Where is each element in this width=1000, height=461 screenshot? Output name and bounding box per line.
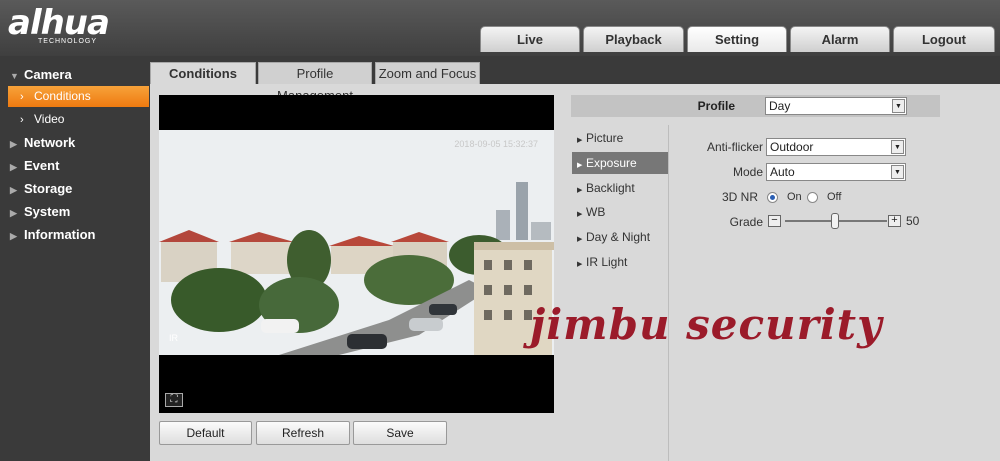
menu-item-exposure[interactable]: ▶ Exposure (572, 152, 668, 174)
mode-select[interactable]: Auto ▼ (766, 163, 906, 181)
dropdown-arrow-icon: ▼ (891, 140, 904, 154)
grade-value: 50 (906, 214, 920, 228)
minus-icon[interactable]: − (768, 215, 781, 227)
save-button[interactable]: Save (353, 421, 447, 445)
nav-tab-alarm[interactable]: Alarm (790, 26, 890, 52)
3d-nr-on-radio[interactable] (767, 192, 778, 203)
mode-label: Mode (732, 165, 763, 179)
3d-nr-label: 3D NR (721, 190, 758, 204)
fullscreen-icon[interactable]: ⛶ (165, 393, 183, 407)
nav-tab-playback[interactable]: Playback (583, 26, 684, 52)
profile-bar: Profile Day ▼ (571, 95, 940, 117)
tab-zoom-and-focus[interactable]: Zoom and Focus (375, 62, 480, 84)
triangle-right-icon: ▶ (10, 231, 17, 241)
dahua-logo: alhua TECHNOLOGY (8, 3, 110, 45)
triangle-right-icon: ▶ (577, 162, 583, 169)
triangle-right-icon: ▶ (10, 162, 17, 172)
triangle-right-icon: ▶ (577, 261, 583, 268)
3d-nr-on-label: On (787, 191, 802, 203)
tab-conditions[interactable]: Conditions (150, 62, 256, 84)
scene-illustration (159, 130, 554, 355)
grade-slider-thumb[interactable] (831, 213, 839, 229)
sidebar: ▼ Camera › Conditions › Video ▶ Network ▶ Eve… (0, 56, 150, 461)
profile-label: Profile (697, 99, 735, 113)
video-timestamp: 2018-09-05 15:32:37 (454, 139, 538, 149)
nav-tab-live[interactable]: Live (480, 26, 580, 52)
triangle-right-icon: ▶ (10, 185, 17, 195)
top-header: alhua TECHNOLOGY Live Playback Setting A… (0, 0, 1000, 56)
triangle-right-icon: ▶ (577, 137, 583, 144)
3d-nr-off-label: Off (827, 191, 842, 203)
sidebar-item-camera[interactable]: ▼ Camera (0, 64, 150, 86)
watermark-text: jimbu security (530, 300, 883, 349)
refresh-button[interactable]: Refresh (256, 421, 350, 445)
triangle-right-icon: ▶ (577, 211, 583, 218)
menu-divider (668, 125, 669, 461)
nav-tab-setting[interactable]: Setting (687, 26, 787, 52)
menu-item-backlight[interactable]: ▶ Backlight (572, 177, 668, 199)
menu-item-picture[interactable]: ▶ Picture (572, 127, 668, 149)
sidebar-item-storage[interactable]: ▶ Storage (0, 178, 150, 200)
camera-scene-image: 2018-09-05 15:32:37 IR (159, 130, 554, 355)
chevron-right-icon: › (20, 91, 24, 103)
menu-item-ir-light[interactable]: ▶ IR Light (572, 251, 668, 273)
tab-profile-management[interactable]: Profile Management (258, 62, 372, 103)
sidebar-item-conditions[interactable]: › Conditions (8, 86, 149, 107)
plus-icon[interactable]: + (888, 215, 901, 227)
profile-select[interactable]: Day ▼ (765, 97, 907, 115)
triangle-right-icon: ▶ (10, 139, 17, 149)
triangle-right-icon: ▶ (577, 236, 583, 243)
triangle-right-icon: ▶ (577, 187, 583, 194)
anti-flicker-select[interactable]: Outdoor ▼ (766, 138, 906, 156)
nav-tab-logout[interactable]: Logout (893, 26, 995, 52)
chevron-right-icon: › (20, 114, 24, 126)
sidebar-item-information[interactable]: ▶ Information (0, 224, 150, 246)
video-preview: 2018-09-05 15:32:37 IR ⛶ (159, 95, 554, 413)
default-button[interactable]: Default (159, 421, 252, 445)
sidebar-item-network[interactable]: ▶ Network (0, 132, 150, 154)
sidebar-item-event[interactable]: ▶ Event (0, 155, 150, 177)
dropdown-arrow-icon: ▼ (892, 99, 905, 113)
3d-nr-off-radio[interactable] (807, 192, 818, 203)
menu-item-wb[interactable]: ▶ WB (572, 201, 668, 223)
triangle-down-icon: ▼ (10, 71, 19, 81)
anti-flicker-label: Anti-flicker (706, 140, 763, 154)
grade-label: Grade (729, 215, 763, 229)
dropdown-arrow-icon: ▼ (891, 165, 904, 179)
triangle-right-icon: ▶ (10, 208, 17, 218)
menu-item-day-night[interactable]: ▶ Day & Night (572, 226, 668, 248)
ir-indicator: IR (169, 333, 178, 343)
sidebar-item-system[interactable]: ▶ System (0, 201, 150, 223)
sidebar-item-video[interactable]: › Video (8, 109, 149, 130)
